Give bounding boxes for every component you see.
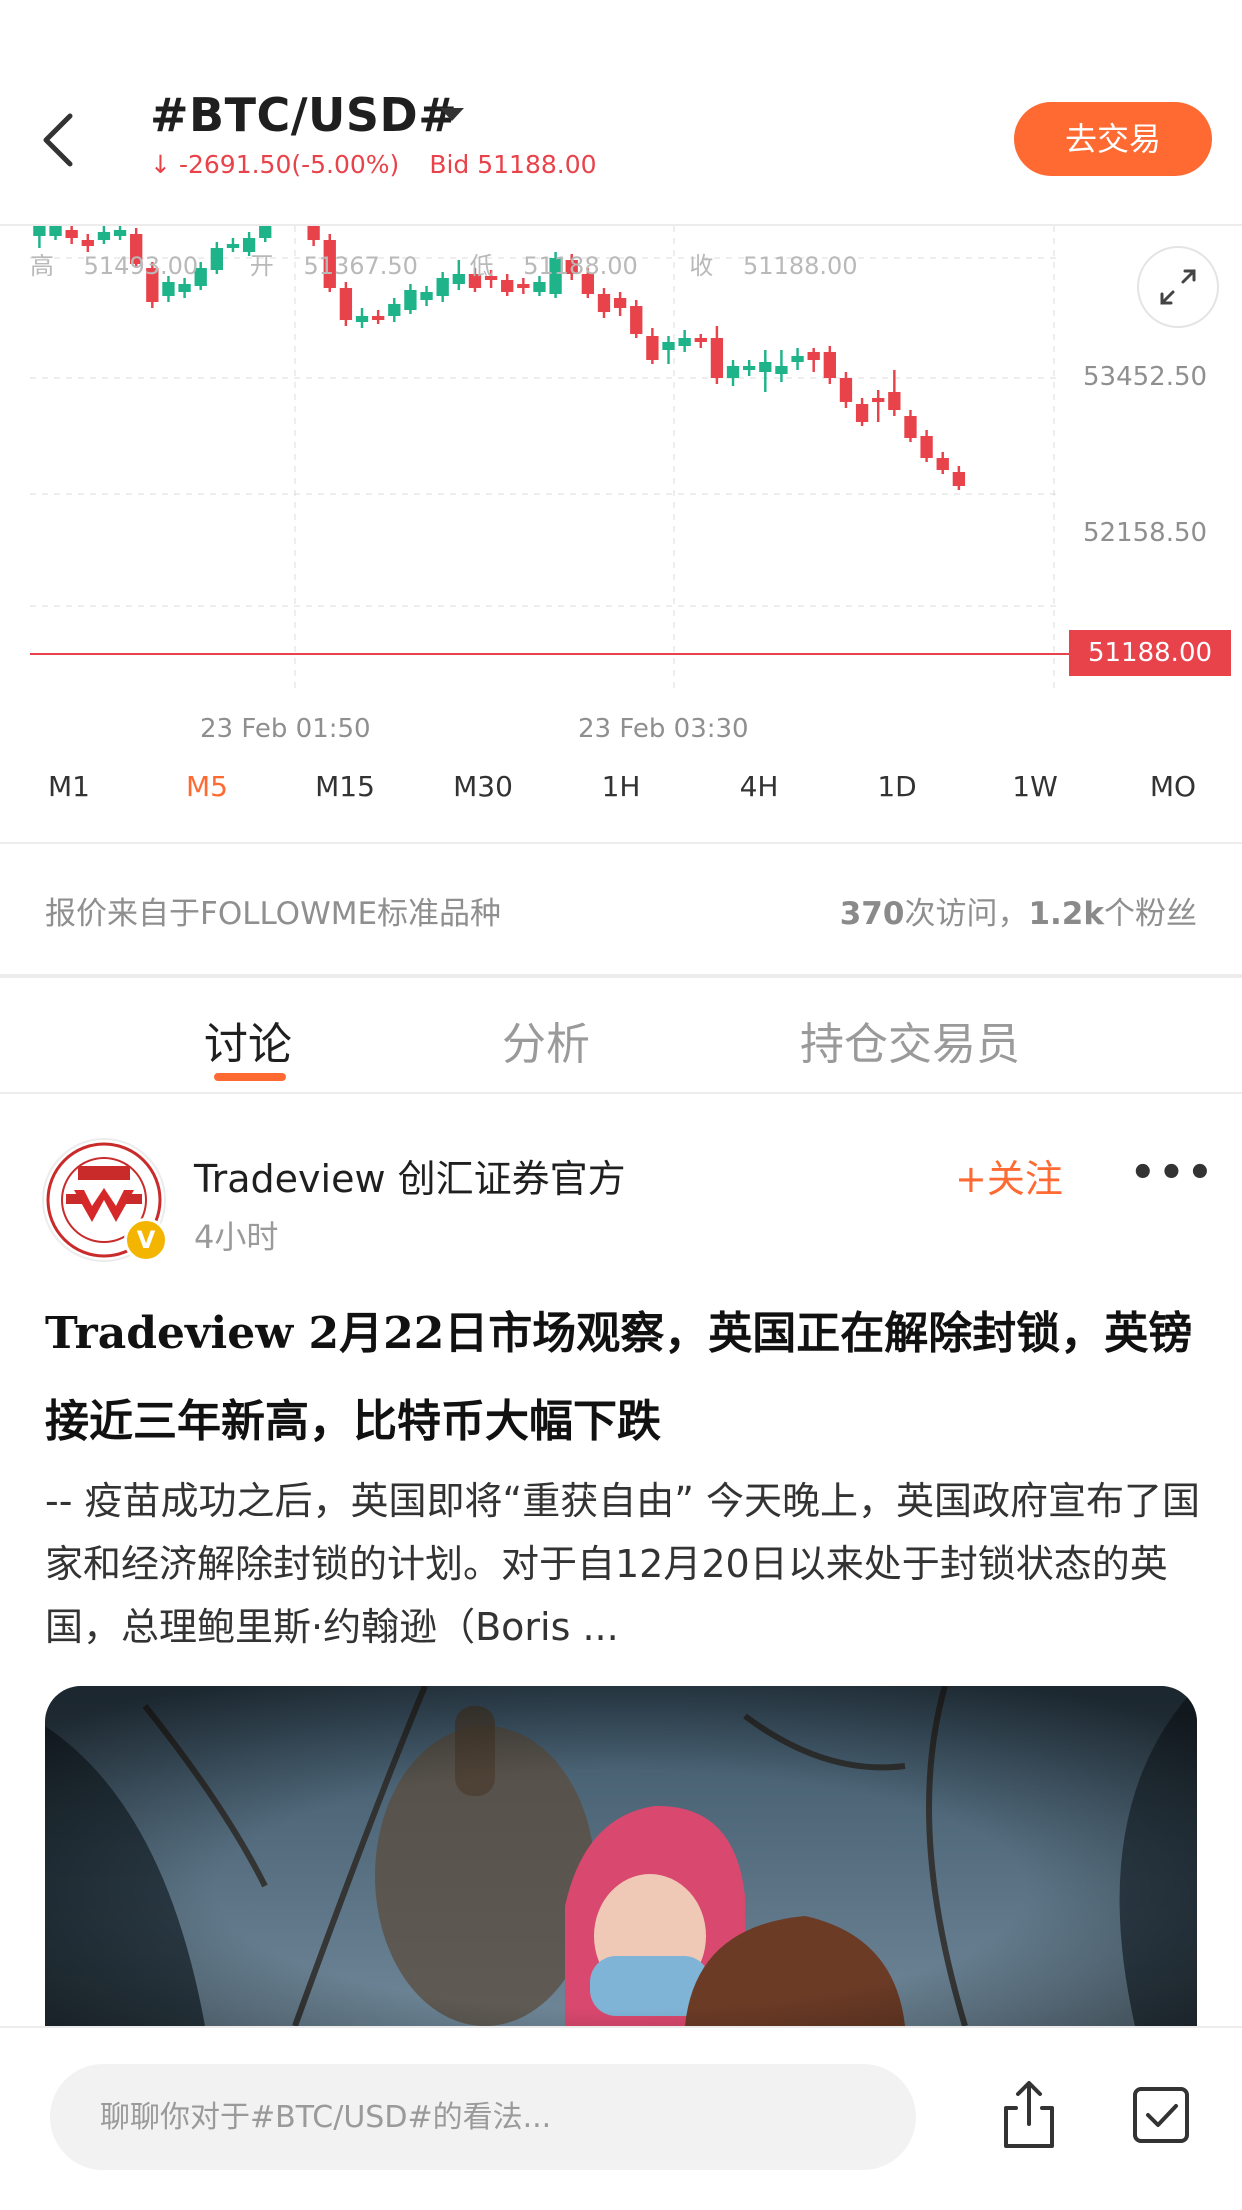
comment-input[interactable] <box>50 2064 916 2170</box>
candle-body <box>678 338 691 346</box>
candle-body <box>501 280 514 292</box>
trade-button[interactable]: 去交易 <box>1014 102 1212 176</box>
author-name[interactable]: Tradeview 创汇证券官方 <box>194 1148 626 1203</box>
last-price-label: 51188.00 <box>1069 630 1231 676</box>
timeframe-m1[interactable]: M1 <box>9 770 129 803</box>
chart-canvas <box>30 226 1069 692</box>
symbol-title[interactable]: #BTC/USD# <box>150 88 457 142</box>
time-axis-label: 23 Feb 03:30 <box>578 714 749 744</box>
quote-source-text: 报价来自于FOLLOWME标准品种 <box>45 896 502 932</box>
timeframe-m15[interactable]: M15 <box>285 770 405 803</box>
bid-label: Bid <box>429 150 470 179</box>
timeframe-m5[interactable]: M5 <box>147 770 267 803</box>
candle-body <box>49 226 62 236</box>
candle-body <box>613 298 627 308</box>
expand-icon[interactable] <box>1137 246 1219 328</box>
bottom-action-bar <box>0 2026 1242 2210</box>
candle-body <box>839 378 853 402</box>
timeframe-m30[interactable]: M30 <box>423 770 543 803</box>
ohlc-low: 低 51188.00 <box>469 252 638 280</box>
candle-body <box>710 338 724 378</box>
post-image[interactable] <box>45 1686 1197 2026</box>
ohlc-close: 收 51188.00 <box>689 252 858 280</box>
active-tab-indicator <box>214 1073 286 1081</box>
post-time: 4小时 <box>194 1218 279 1256</box>
candle-body <box>404 290 417 310</box>
candle-body <box>259 226 272 238</box>
header-bar: #BTC/USD# ↓ -2691.50(-5.00%) Bid 51188.00 … <box>0 0 1242 226</box>
checkbox-icon[interactable] <box>1130 2084 1192 2146</box>
symbol-stats: 370次访问，1.2k个粉丝 <box>840 888 1197 933</box>
candle-body <box>759 362 772 372</box>
timeframe-selector: M1 M5 M15 M30 1H 4H 1D 1W MO <box>0 770 1242 830</box>
timeframe-1h[interactable]: 1H <box>561 770 681 803</box>
time-axis-label: 23 Feb 01:50 <box>200 714 371 744</box>
down-arrow-icon: ↓ <box>150 150 171 179</box>
ohlc-open: 开 51367.50 <box>249 252 418 280</box>
candle-body <box>662 342 675 350</box>
timeframe-1w[interactable]: 1W <box>975 770 1095 803</box>
price-change-line: ↓ -2691.50(-5.00%) Bid 51188.00 <box>150 150 597 179</box>
candle-body <box>388 304 401 316</box>
back-icon[interactable] <box>36 110 92 170</box>
candle-body <box>936 458 949 470</box>
candle-body <box>646 336 659 360</box>
follow-button[interactable]: +关注 <box>955 1148 1063 1203</box>
post-excerpt[interactable]: -- 疫苗成功之后，英国即将“重获自由” 今天晚上，英国政府宣布了国家和经济解除… <box>45 1470 1205 1659</box>
price-level-label: 53452.50 <box>1083 362 1208 392</box>
ohlc-high: 高 51493.00 <box>30 252 199 280</box>
fans-label: 个粉丝 <box>1104 896 1197 932</box>
timeframe-4h[interactable]: 4H <box>699 770 819 803</box>
candle-body <box>371 316 385 320</box>
candle-body <box>33 226 46 236</box>
candle-body <box>113 230 127 236</box>
ohlc-readout: 高 51493.00 开 51367.50 低 51188.00 收 51188… <box>30 246 902 281</box>
candle-body <box>904 416 917 438</box>
share-icon[interactable] <box>998 2078 1060 2152</box>
candle-body <box>65 230 78 238</box>
candle-body <box>694 338 707 342</box>
bid-value: 51188.00 <box>477 150 597 179</box>
divider <box>0 1092 1242 1094</box>
candle-body <box>355 316 369 322</box>
candle-body <box>920 436 933 458</box>
tab-discussion[interactable]: 讨论 <box>204 1008 292 1072</box>
candle-body <box>872 398 885 402</box>
candle-body <box>791 356 804 362</box>
candle-body <box>888 392 901 410</box>
candlestick-chart[interactable]: 高 51493.00 开 51367.50 低 51188.00 收 51188… <box>0 226 1242 746</box>
timeframe-1d[interactable]: 1D <box>837 770 957 803</box>
candle-body <box>807 352 820 360</box>
tab-position-traders[interactable]: 持仓交易员 <box>800 1008 1020 1072</box>
candle-body <box>533 282 546 292</box>
timeframe-mo[interactable]: MO <box>1113 770 1233 803</box>
candle-body <box>178 284 191 292</box>
tab-analysis[interactable]: 分析 <box>502 1008 590 1072</box>
candle-body <box>517 284 530 288</box>
candle-body <box>952 472 966 486</box>
candle-body <box>823 352 836 378</box>
post-title[interactable]: Tradeview 2月22日市场观察，英国正在解除封锁，英镑接近三年新高，比特… <box>45 1290 1195 1466</box>
candle-body <box>597 294 611 312</box>
candle-body <box>775 366 788 374</box>
candle-body <box>855 404 869 422</box>
candle-body <box>162 282 175 296</box>
verified-icon: V <box>124 1218 168 1262</box>
candle-body <box>339 288 353 320</box>
fans-count: 1.2k <box>1028 896 1104 932</box>
candle-body <box>97 232 111 240</box>
dropdown-caret-icon[interactable] <box>440 108 464 121</box>
visits-count: 370 <box>839 896 905 932</box>
visits-label: 次访问， <box>904 896 1029 932</box>
price-change: -2691.50(-5.00%) <box>178 150 400 179</box>
candle-body <box>726 366 740 378</box>
quote-source-row: 报价来自于FOLLOWME标准品种 370次访问，1.2k个粉丝 <box>0 844 1242 972</box>
content-tabs: 讨论 分析 持仓交易员 <box>0 978 1242 1092</box>
candle-body <box>307 226 320 240</box>
candle-body <box>743 366 756 370</box>
candle-body <box>420 292 433 300</box>
price-level-label: 52158.50 <box>1083 518 1208 548</box>
more-options-icon[interactable]: ••• <box>1130 1150 1216 1196</box>
candle-body <box>630 306 643 334</box>
